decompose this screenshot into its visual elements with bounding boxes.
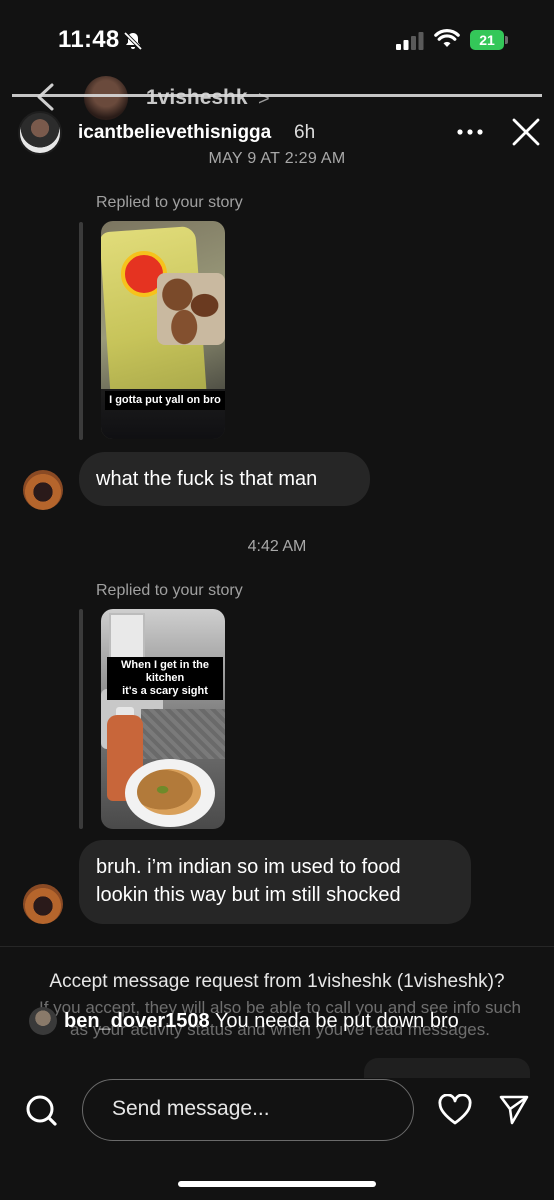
food-image [157,273,225,345]
close-icon[interactable] [510,116,542,148]
story-thumbnail[interactable]: I gotta put yall on bro [101,221,225,439]
home-indicator [178,1181,376,1187]
battery-indicator: 21 [470,30,508,50]
conversation-date: MAY 9 AT 2:29 AM [208,150,346,167]
time-separator: 4:42 AM [247,538,307,555]
thread-username[interactable]: 1visheshk [146,86,248,110]
sender-avatar[interactable] [23,470,63,510]
story-author-username[interactable]: icantbelievethisnigga [78,122,271,144]
chevron-right-icon: > [258,88,270,110]
action-pill [364,1058,530,1078]
reply-label: Replied to your story [96,582,243,599]
food-image [137,769,201,815]
status-time: 11:48 [58,26,120,53]
bell-slash-icon [123,31,143,51]
search-icon[interactable] [24,1093,58,1127]
accept-request-title: Accept message request from 1visheshk (1… [49,971,505,992]
dm-story-reply-screen: 11:48 21 1visheshk > icantbelievethisnig… [0,0,554,1200]
story-caption: When I get in the kitchen it's a scary s… [107,657,223,700]
reply-bar [79,609,83,829]
back-arrow-icon[interactable] [34,82,56,112]
heart-icon[interactable] [438,1094,472,1126]
overlay-comment: ben_dover1508 You needa be put down bro [64,1010,459,1033]
story-posted-ago: 6h [294,122,316,143]
story-thumbnail[interactable]: When I get in the kitchen it's a scary s… [101,609,225,829]
thread-avatar[interactable] [84,76,128,120]
send-icon[interactable] [498,1093,530,1125]
sender-avatar[interactable] [23,884,63,924]
reply-label: Replied to your story [96,194,243,211]
story-author-avatar[interactable] [18,111,62,155]
wifi-icon [434,29,460,47]
signal-icon [396,32,424,50]
comment-username: ben_dover1508 [64,1010,210,1032]
divider [0,946,554,947]
message-bubble[interactable]: bruh. i’m indian so im used to food look… [79,840,471,924]
strike-line [12,94,542,97]
message-input-placeholder: Send message... [112,1097,270,1120]
battery-level: 21 [470,30,504,50]
comment-avatar [29,1007,57,1035]
reply-bar [79,222,83,440]
story-caption: I gotta put yall on bro [105,391,225,410]
more-icon[interactable] [455,122,485,142]
comment-message: You needa be put down bro [214,1010,459,1032]
message-bubble[interactable]: what the fuck is that man [79,452,370,506]
